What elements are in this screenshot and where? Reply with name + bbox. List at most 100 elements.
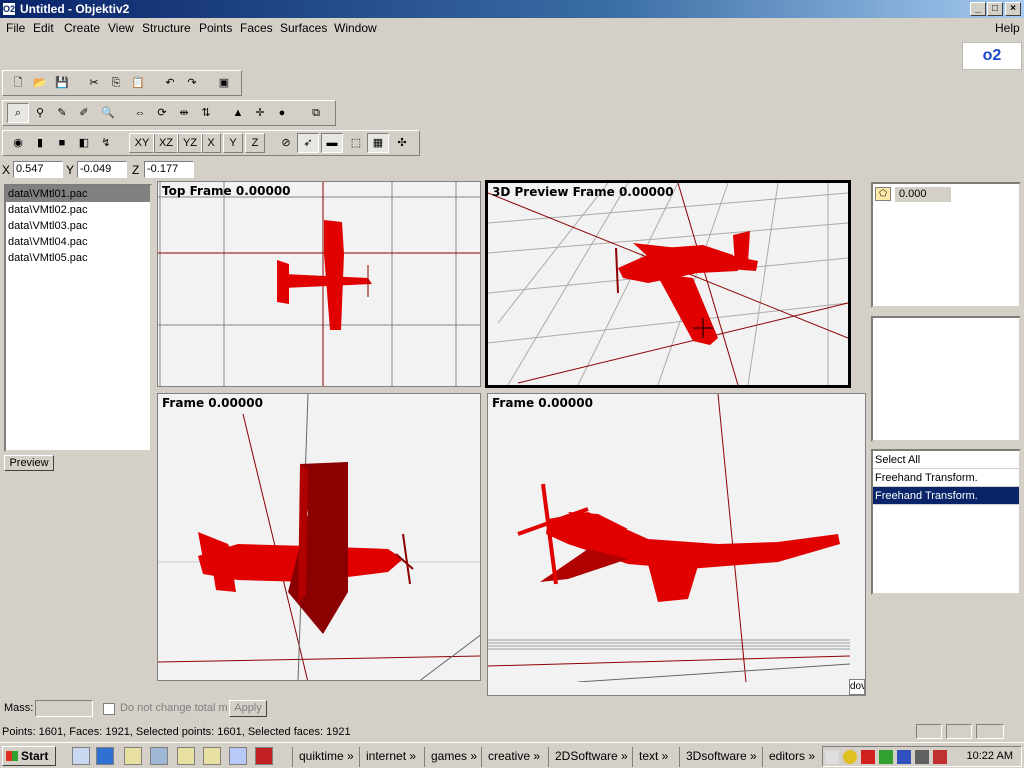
list-item[interactable]: data\VMtl03.pac bbox=[6, 218, 150, 234]
desktop-icon[interactable] bbox=[72, 747, 90, 765]
merge-icon[interactable]: ⧉ bbox=[305, 103, 327, 123]
taskbar-item-text[interactable]: text » bbox=[632, 747, 678, 767]
view-xy-button[interactable]: XY bbox=[129, 133, 155, 153]
list-item[interactable]: Freehand Transform. bbox=[873, 469, 1019, 487]
keep-mass-checkbox[interactable] bbox=[103, 703, 115, 715]
network-icon[interactable] bbox=[879, 750, 893, 764]
list-item[interactable]: data\VMtl05.pac bbox=[6, 250, 150, 266]
list-item[interactable]: data\VMtl01.pac bbox=[6, 186, 150, 202]
menu-points[interactable]: Points bbox=[199, 21, 232, 35]
taskbar-item-editors[interactable]: editors » bbox=[762, 747, 820, 767]
apply-button[interactable]: Apply bbox=[229, 700, 267, 717]
mirror-icon[interactable]: ⇹ bbox=[173, 103, 195, 123]
copy-icon[interactable]: ⎘ bbox=[105, 73, 127, 93]
view-x-button[interactable]: X bbox=[201, 133, 221, 153]
material-file-list[interactable]: data\VMtl01.pac data\VMtl02.pac data\VMt… bbox=[4, 184, 152, 452]
animation-panel[interactable]: ⬠ 0.000 bbox=[871, 182, 1021, 308]
properties-panel[interactable] bbox=[871, 316, 1021, 442]
start-button[interactable]: Start bbox=[2, 746, 56, 766]
show-icon[interactable]: ▮ bbox=[29, 133, 51, 153]
hide-icon[interactable]: ◉ bbox=[7, 133, 29, 153]
z-coordinate-input[interactable]: -0.177 bbox=[144, 161, 194, 178]
viewport-top[interactable]: Top Frame 0.00000 bbox=[157, 181, 481, 387]
lasso-select-icon[interactable]: ⚲ bbox=[29, 103, 51, 123]
minimize-button[interactable]: _ bbox=[970, 2, 986, 16]
viewport-corner-tag[interactable]: dov bbox=[849, 679, 865, 695]
taskbar-item-games[interactable]: games » bbox=[424, 747, 480, 767]
mass-input[interactable] bbox=[35, 700, 93, 717]
cut-icon[interactable]: ✂ bbox=[83, 73, 105, 93]
menu-edit[interactable]: Edit bbox=[33, 21, 54, 35]
menu-window[interactable]: Window bbox=[334, 21, 377, 35]
frame-icon[interactable]: ⬠ bbox=[875, 187, 891, 201]
folder-icon[interactable] bbox=[177, 747, 195, 765]
properties-icon[interactable]: ▣ bbox=[213, 73, 235, 93]
x-coordinate-input[interactable]: 0.547 bbox=[13, 161, 63, 178]
display-icon[interactable] bbox=[897, 750, 911, 764]
menu-help[interactable]: Help bbox=[995, 21, 1020, 35]
app-icon-red[interactable] bbox=[255, 747, 273, 765]
close-button[interactable]: × bbox=[1005, 2, 1021, 16]
gizmo-icon[interactable]: ✣ bbox=[391, 133, 413, 153]
folder-icon[interactable] bbox=[124, 747, 142, 765]
menu-faces[interactable]: Faces bbox=[240, 21, 273, 35]
preview-button[interactable]: Preview bbox=[4, 455, 54, 471]
menu-structure[interactable]: Structure bbox=[142, 21, 191, 35]
alert-icon[interactable] bbox=[861, 750, 875, 764]
flip-icon[interactable]: ⇅ bbox=[195, 103, 217, 123]
taskbar-item-quiktime[interactable]: quiktime » bbox=[292, 747, 358, 767]
menu-view[interactable]: View bbox=[108, 21, 134, 35]
computer-icon[interactable] bbox=[150, 747, 168, 765]
clock[interactable]: 10:22 AM bbox=[967, 750, 1013, 762]
taskbar-item-2dsoftware[interactable]: 2DSoftware » bbox=[548, 747, 628, 767]
selection-history-list[interactable]: Select All Freehand Transform. Freehand … bbox=[871, 449, 1021, 595]
list-item[interactable]: data\VMtl04.pac bbox=[6, 234, 150, 250]
objektiv-icon[interactable] bbox=[229, 747, 247, 765]
paste-icon[interactable]: 📋 bbox=[127, 73, 149, 93]
volume-icon[interactable] bbox=[825, 750, 839, 764]
view-yz-button[interactable]: YZ bbox=[177, 133, 203, 153]
undo-icon[interactable]: ↶ bbox=[159, 73, 181, 93]
unlock-icon[interactable]: ◧ bbox=[73, 133, 95, 153]
view-z-button[interactable]: Z bbox=[245, 133, 265, 153]
list-item[interactable]: data\VMtl02.pac bbox=[6, 202, 150, 218]
no-texture-icon[interactable]: ⊘ bbox=[275, 133, 297, 153]
view-y-button[interactable]: Y bbox=[223, 133, 243, 153]
pointer-icon[interactable]: ➶ bbox=[297, 133, 319, 153]
browser-icon[interactable] bbox=[96, 747, 114, 765]
menu-create[interactable]: Create bbox=[64, 21, 100, 35]
taskbar-item-internet[interactable]: internet » bbox=[359, 747, 423, 767]
move-icon[interactable]: ⇔ bbox=[129, 103, 151, 123]
list-item[interactable]: Freehand Transform. bbox=[873, 487, 1019, 505]
y-coordinate-input[interactable]: -0.049 bbox=[77, 161, 127, 178]
viewport-3d-preview[interactable]: 3D Preview Frame 0.00000 bbox=[485, 180, 851, 388]
box-icon[interactable]: ⬚ bbox=[345, 133, 367, 153]
wrap-icon[interactable]: ↯ bbox=[95, 133, 117, 153]
pin-icon[interactable]: ✛ bbox=[249, 103, 271, 123]
lock-icon[interactable]: ■ bbox=[51, 133, 73, 153]
open-icon[interactable]: 📂 bbox=[29, 73, 51, 93]
menu-surfaces[interactable]: Surfaces bbox=[280, 21, 327, 35]
viewport-bottom-right[interactable]: Frame 0.00000 dov bbox=[487, 393, 866, 696]
redo-icon[interactable]: ↷ bbox=[181, 73, 203, 93]
paint-select-icon[interactable]: ✎ bbox=[51, 103, 73, 123]
frame-value[interactable]: 0.000 bbox=[895, 187, 951, 202]
folder-icon[interactable] bbox=[203, 747, 221, 765]
app-icon[interactable]: O2 bbox=[2, 2, 16, 16]
solid-icon[interactable]: ▬ bbox=[321, 133, 343, 153]
select-icon[interactable]: ⌕ bbox=[7, 103, 29, 123]
connection-icon[interactable] bbox=[915, 750, 929, 764]
taskbar-item-creative[interactable]: creative » bbox=[481, 747, 547, 767]
list-item[interactable]: Select All bbox=[873, 451, 1019, 469]
color-icon[interactable]: ● bbox=[271, 103, 293, 123]
rotate-icon[interactable]: ⟳ bbox=[151, 103, 173, 123]
maximize-button[interactable]: □ bbox=[987, 2, 1003, 16]
taskbar-item-3dsoftware[interactable]: 3Dsoftware » bbox=[679, 747, 761, 767]
tray-app-icon[interactable] bbox=[933, 750, 947, 764]
add-point-icon[interactable]: ▲ bbox=[227, 103, 249, 123]
viewport-bottom-left[interactable]: Frame 0.00000 bbox=[157, 393, 481, 681]
view-xz-button[interactable]: XZ bbox=[153, 133, 179, 153]
security-icon[interactable] bbox=[843, 750, 857, 764]
menu-file[interactable]: File bbox=[6, 21, 25, 35]
grid-icon[interactable]: ▦ bbox=[367, 133, 389, 153]
